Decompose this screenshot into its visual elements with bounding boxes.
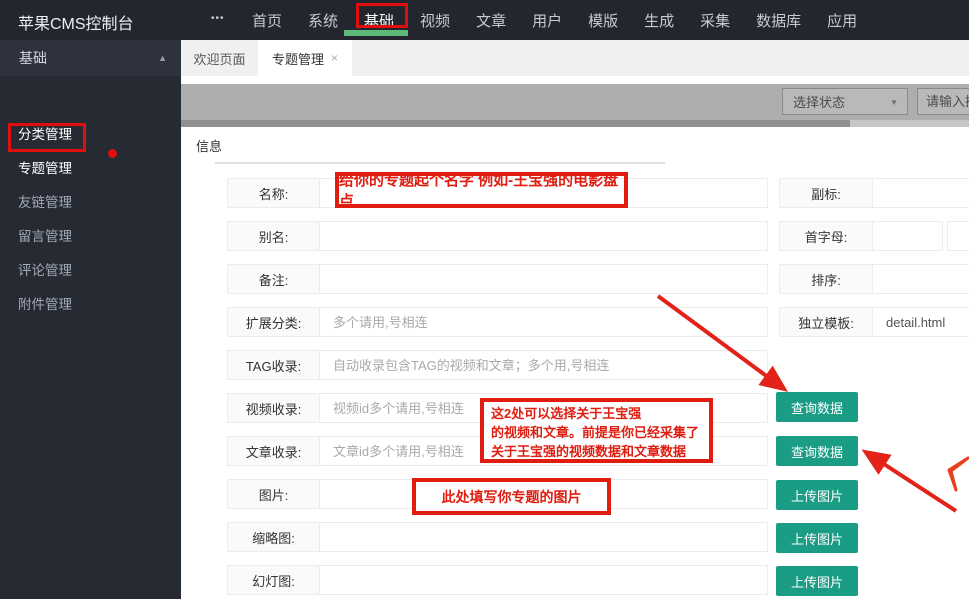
slideshow-input[interactable] — [320, 565, 768, 595]
form-row-thumbnail: 缩略图: — [227, 522, 768, 552]
sidebar-group-basic[interactable]: 基础 ▲ — [0, 40, 181, 76]
field-label: 文章收录: — [227, 436, 320, 466]
chevron-down-icon: ▼ — [890, 98, 898, 107]
form-row-alias: 别名: — [227, 221, 768, 251]
nav-item-user[interactable]: 用户 — [532, 10, 562, 31]
top-navbar: 苹果CMS控制台 ••• 首页 系统 基础 视频 文章 用户 模版 生成 采集 … — [0, 0, 969, 40]
nav-item-app[interactable]: 应用 — [827, 10, 857, 31]
remark-input[interactable] — [320, 264, 768, 294]
form-row-tag: TAG收录: — [227, 350, 768, 380]
field-label: 幻灯图: — [227, 565, 320, 595]
field-label: 缩略图: — [227, 522, 320, 552]
nav-item-article[interactable]: 文章 — [476, 10, 506, 31]
nav-item-template[interactable]: 模版 — [588, 10, 618, 31]
field-label: 图片: — [227, 479, 320, 509]
form-row-slideshow: 幻灯图: — [227, 565, 768, 595]
search-input[interactable] — [917, 88, 969, 115]
tabbar-divider — [181, 76, 969, 84]
sidebar-group-label: 基础 — [19, 48, 47, 68]
nav-item-generate[interactable]: 生成 — [644, 10, 674, 31]
query-video-data-button[interactable]: 查询数据 — [776, 392, 858, 422]
upload-thumbnail-button[interactable]: 上传图片 — [776, 523, 858, 553]
sidebar-item-guestbook[interactable]: 留言管理 — [0, 218, 181, 252]
tab-topic-manage[interactable]: 专题管理 × — [258, 40, 352, 76]
field-label: 副标: — [779, 178, 873, 208]
upload-image-button[interactable]: 上传图片 — [776, 480, 858, 510]
info-tab-label[interactable]: 信息 — [196, 136, 222, 155]
clipped-field[interactable] — [947, 221, 969, 251]
nav-item-database[interactable]: 数据库 — [756, 10, 801, 31]
alias-input[interactable] — [320, 221, 768, 251]
toolbar-shadow-right — [850, 120, 969, 127]
toolbar-shadow — [181, 120, 850, 127]
annotation-line: 这2处可以选择关于王宝强 — [491, 404, 702, 423]
annotation-redbox-category — [8, 123, 86, 152]
field-label: 排序: — [779, 264, 873, 294]
status-select-value: 选择状态 — [793, 92, 845, 111]
field-label: 别名: — [227, 221, 320, 251]
template-input[interactable] — [873, 307, 969, 337]
form-row-template: 独立模板: — [779, 307, 969, 337]
form-row-sort: 排序: — [779, 264, 969, 294]
annotation-red-dot — [108, 149, 117, 158]
sidebar-item-friendlink[interactable]: 友链管理 — [0, 184, 181, 218]
annotation-redbox-nav-basic — [356, 3, 408, 28]
sidebar-item-attachment[interactable]: 附件管理 — [0, 286, 181, 320]
status-select[interactable]: 选择状态 ▼ — [782, 88, 908, 115]
annotation-image-tip: 此处填写你专题的图片 — [412, 478, 611, 515]
field-label: 首字母: — [779, 221, 873, 251]
sidebar-item-topic[interactable]: 专题管理 — [0, 150, 181, 184]
nav-active-underline — [344, 30, 408, 36]
ext-category-input[interactable] — [320, 307, 768, 337]
nav-item-system[interactable]: 系统 — [308, 10, 338, 31]
field-label: TAG收录: — [227, 350, 320, 380]
thumbnail-input[interactable] — [320, 522, 768, 552]
field-label: 名称: — [227, 178, 320, 208]
annotation-line: 关于王宝强的视频数据和文章数据 — [491, 442, 702, 461]
field-label: 独立模板: — [779, 307, 873, 337]
sidebar-item-comment[interactable]: 评论管理 — [0, 252, 181, 286]
nav-item-home[interactable]: 首页 — [252, 10, 282, 31]
annotation-line: 的视频和文章。前提是你已经采集了 — [491, 423, 702, 442]
tab-close-icon[interactable]: × — [331, 51, 338, 65]
topic-form: 名称: 别名: 备注: 扩展分类: TAG收录: 视频收录: 文章收录: 图片 — [227, 178, 768, 599]
more-menu-icon[interactable]: ••• — [211, 13, 225, 24]
form-row-first-letter: 首字母: — [779, 221, 969, 251]
sidebar: 基础 ▲ 分类管理 专题管理 友链管理 留言管理 评论管理 附件管理 — [0, 40, 181, 599]
info-tab-divider — [215, 162, 665, 164]
app-title: 苹果CMS控制台 — [18, 10, 134, 34]
form-row-ext-category: 扩展分类: — [227, 307, 768, 337]
page-tabbar: 欢迎页面 专题管理 × — [181, 40, 969, 76]
form-row-remark: 备注: — [227, 264, 768, 294]
field-label: 备注: — [227, 264, 320, 294]
field-label: 视频收录: — [227, 393, 320, 423]
nav-item-collect[interactable]: 采集 — [700, 10, 730, 31]
upload-slideshow-button[interactable]: 上传图片 — [776, 566, 858, 596]
topic-form-right: 副标: 首字母: 排序: 独立模板: — [779, 178, 969, 350]
app-window: 苹果CMS控制台 ••• 首页 系统 基础 视频 文章 用户 模版 生成 采集 … — [0, 0, 969, 599]
tab-label: 专题管理 — [272, 49, 324, 68]
tab-welcome[interactable]: 欢迎页面 — [181, 40, 258, 76]
annotation-data-tip: 这2处可以选择关于王宝强 的视频和文章。前提是你已经采集了 关于王宝强的视频数据… — [480, 398, 713, 463]
first-letter-input[interactable] — [873, 221, 943, 251]
form-row-subtitle: 副标: — [779, 178, 969, 208]
tag-input[interactable] — [320, 350, 768, 380]
nav-item-video[interactable]: 视频 — [420, 10, 450, 31]
annotation-name-tip: 给你的专题起个名字 例如-王宝强的电影盘点 — [335, 172, 628, 208]
sort-input[interactable] — [873, 264, 969, 294]
field-label: 扩展分类: — [227, 307, 320, 337]
query-article-data-button[interactable]: 查询数据 — [776, 436, 858, 466]
subtitle-input[interactable] — [873, 178, 969, 208]
nav-menu: 首页 系统 基础 视频 文章 用户 模版 生成 采集 数据库 应用 — [252, 0, 857, 40]
collapse-arrow-icon[interactable]: ▲ — [158, 53, 167, 63]
